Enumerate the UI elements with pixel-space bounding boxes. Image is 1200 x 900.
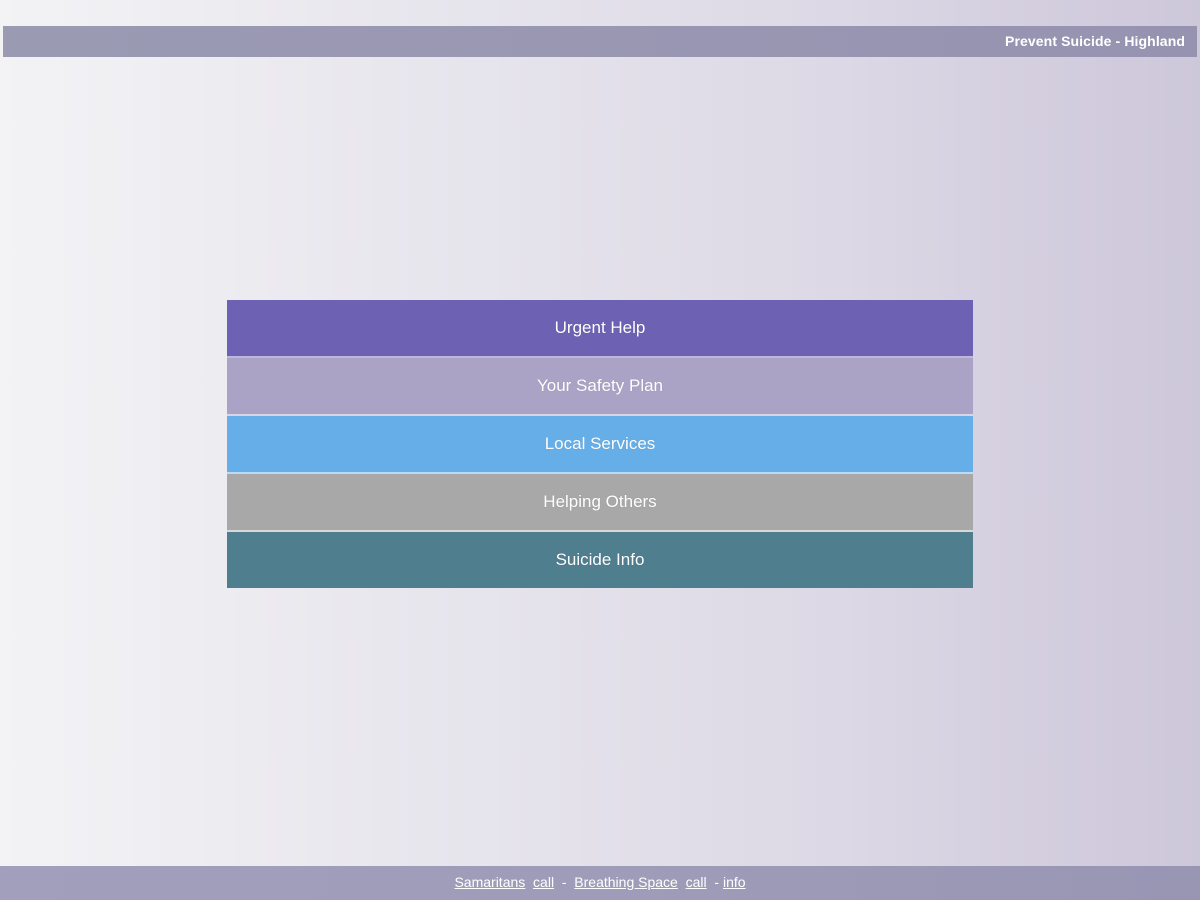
footer-bar: Samaritans call - Breathing Space call -… <box>0 866 1200 900</box>
app-title: Prevent Suicide - Highland <box>1005 33 1185 49</box>
helping-others-button[interactable]: Helping Others <box>227 474 973 532</box>
main-menu: Urgent Help Your Safety Plan Local Servi… <box>227 300 973 588</box>
samaritans-link[interactable]: Samaritans <box>454 874 525 890</box>
safety-plan-button[interactable]: Your Safety Plan <box>227 358 973 416</box>
samaritans-call-link[interactable]: call <box>533 874 554 890</box>
breathing-space-call-link[interactable]: call <box>686 874 707 890</box>
urgent-help-button[interactable]: Urgent Help <box>227 300 973 358</box>
local-services-button[interactable]: Local Services <box>227 416 973 474</box>
footer-separator: - <box>561 874 567 890</box>
info-link[interactable]: info <box>723 874 746 890</box>
header-bar: Prevent Suicide - Highland <box>3 26 1197 57</box>
footer-separator: - <box>714 874 720 890</box>
breathing-space-link[interactable]: Breathing Space <box>574 874 678 890</box>
suicide-info-button[interactable]: Suicide Info <box>227 532 973 588</box>
